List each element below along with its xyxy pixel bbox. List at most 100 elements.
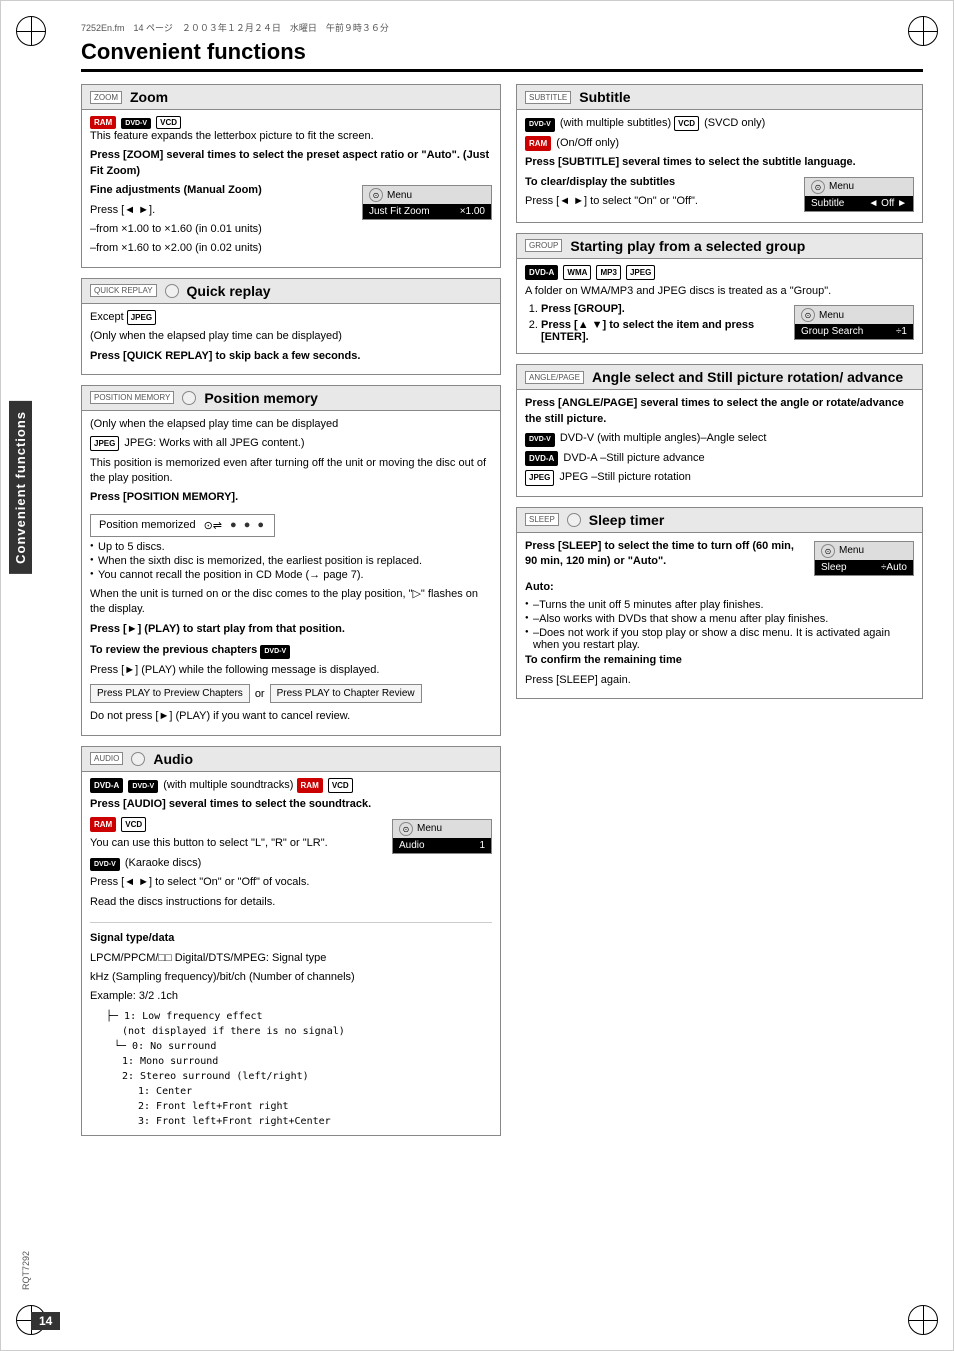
subtitle-press: Press [SUBTITLE] several times to select… bbox=[525, 155, 914, 170]
sleep-body: ⊙ Menu Sleep ÷Auto Press [SLEEP] to sele… bbox=[517, 533, 922, 698]
position-memorized-text: Position memorized bbox=[99, 519, 196, 531]
angle-jpeg-note: JPEG JPEG –Still picture rotation bbox=[525, 470, 914, 485]
signal-item-5: 1: Center bbox=[90, 1084, 492, 1099]
position-memory-note1: (Only when the elapsed play time can be … bbox=[90, 417, 492, 432]
badge-ram-rv: RAM bbox=[90, 817, 116, 832]
group-section: GROUP Starting play from a selected grou… bbox=[516, 233, 923, 355]
quick-replay-icon bbox=[165, 284, 179, 298]
audio-badges: DVD-A DVD-V (with multiple soundtracks) … bbox=[90, 778, 492, 794]
subtitle-menu-header: ⊙ Menu bbox=[805, 178, 913, 196]
position-memory-unit-on: When the unit is turned on or the disc c… bbox=[90, 587, 492, 618]
page-number: 14 bbox=[31, 1312, 60, 1330]
group-title: Starting play from a selected group bbox=[570, 238, 805, 254]
subtitle-menu-label: Subtitle bbox=[811, 198, 844, 209]
content-area: ZOOM Zoom RAM DVD-V VCD This feature exp… bbox=[81, 84, 923, 1146]
position-memory-section: POSITION MEMORY Position memory (Only wh… bbox=[81, 385, 501, 736]
badge-vcd-audio: VCD bbox=[328, 778, 353, 793]
zoom-menu-row: Just Fit Zoom ×1.00 bbox=[363, 204, 491, 219]
audio-karaoke-text: (Karaoke discs) bbox=[125, 857, 201, 869]
subtitle-menu-value: ◄ Off ► bbox=[868, 198, 907, 209]
angle-tag: ANGLE/PAGE bbox=[525, 371, 584, 384]
sleep-menu-title: Menu bbox=[839, 545, 864, 556]
angle-dvdv-note: DVD-V DVD-V (with multiple angles)–Angle… bbox=[525, 431, 914, 447]
audio-karaoke-press: Press [◄ ►] to select "On" or "Off" of v… bbox=[90, 875, 492, 890]
signal-item-3: 1: Mono surround bbox=[90, 1054, 492, 1069]
position-memory-press-play: Press [►] (PLAY) to start play from that… bbox=[90, 622, 492, 637]
position-memory-desc: This position is memorized even after tu… bbox=[90, 456, 492, 487]
badge-dvda-g: DVD-A bbox=[525, 265, 558, 280]
sleep-auto-2: –Also works with DVDs that show a menu a… bbox=[525, 613, 914, 625]
zoom-menu-value: ×1.00 bbox=[460, 206, 485, 217]
quick-replay-body: Except JPEG (Only when the elapsed play … bbox=[82, 304, 500, 374]
sleep-confirm-text: Press [SLEEP] again. bbox=[525, 673, 914, 688]
badge-mp3-g: MP3 bbox=[596, 265, 620, 280]
right-column: SUBTITLE Subtitle DVD-V (with multiple s… bbox=[516, 84, 923, 1146]
position-memory-press: Press [POSITION MEMORY]. bbox=[90, 490, 492, 505]
pm-bullet-2: When the sixth disc is memorized, the ea… bbox=[90, 555, 492, 567]
sleep-header: SLEEP Sleep timer bbox=[517, 508, 922, 533]
zoom-header: ZOOM Zoom bbox=[82, 85, 500, 110]
press-play-box1: Press PLAY to Preview Chapters bbox=[90, 684, 250, 703]
badge-dvdv-angle: DVD-V bbox=[525, 433, 555, 447]
zoom-body: RAM DVD-V VCD This feature expands the l… bbox=[82, 110, 500, 267]
subtitle-body: DVD-V (with multiple subtitles) VCD (SVC… bbox=[517, 110, 922, 222]
badge-wma-g: WMA bbox=[563, 265, 591, 280]
subtitle-tag: SUBTITLE bbox=[525, 91, 571, 104]
badge-jpeg-pm: JPEG bbox=[90, 436, 119, 451]
sleep-menu-header: ⊙ Menu bbox=[815, 542, 913, 560]
audio-menu-header: ⊙ Menu bbox=[393, 820, 491, 838]
subtitle-section: SUBTITLE Subtitle DVD-V (with multiple s… bbox=[516, 84, 923, 223]
position-memory-body: (Only when the elapsed play time can be … bbox=[82, 411, 500, 735]
signal-item-0: ├─ 1: Low frequency effect bbox=[90, 1009, 492, 1024]
zoom-title: Zoom bbox=[130, 89, 168, 105]
signal-item-1: (not displayed if there is no signal) bbox=[90, 1024, 492, 1039]
badge-ram: RAM bbox=[90, 116, 116, 129]
zoom-tag: ZOOM bbox=[90, 91, 122, 104]
zoom-press-label: Press [ZOOM] several times to select the… bbox=[90, 148, 492, 179]
pm-bullet-1: Up to 5 discs. bbox=[90, 541, 492, 553]
sleep-menu-icon: ⊙ bbox=[821, 544, 835, 558]
audio-section: AUDIO Audio DVD-A DVD-V (with multiple s… bbox=[81, 746, 501, 1136]
audio-title: Audio bbox=[153, 751, 193, 767]
badge-dvdv: DVD-V bbox=[121, 118, 151, 129]
zoom-from2: –from ×1.60 to ×2.00 (in 0.02 units) bbox=[90, 241, 492, 256]
sleep-menu-value: ÷Auto bbox=[881, 562, 907, 573]
position-memory-dots: ● ● ● bbox=[230, 519, 266, 531]
subtitle-menu-icon: ⊙ bbox=[811, 180, 825, 194]
quick-replay-title: Quick replay bbox=[187, 283, 271, 299]
corner-mark-br bbox=[908, 1305, 938, 1335]
subtitle-menu-title: Menu bbox=[829, 181, 854, 192]
angle-press: Press [ANGLE/PAGE] several times to sele… bbox=[525, 396, 914, 427]
sleep-menu-label: Sleep bbox=[821, 562, 847, 573]
badge-dvdv-k: DVD-V bbox=[90, 858, 120, 872]
page: 7252En.fm 14 ページ ２００３年１２月２４日 水曜日 午前９時３６分… bbox=[0, 0, 954, 1351]
press-play-boxes: Press PLAY to Preview Chapters or Press … bbox=[90, 684, 492, 703]
position-memory-bullets: Up to 5 discs. When the sixth disc is me… bbox=[90, 541, 492, 581]
sleep-auto-title: Auto: bbox=[525, 580, 914, 595]
badge-vcd: VCD bbox=[156, 116, 181, 129]
position-memory-icon2: ⊙⇌ bbox=[204, 519, 222, 532]
position-memory-icon bbox=[182, 391, 196, 405]
quick-replay-except-label: Except bbox=[90, 311, 124, 323]
sleep-menu-box: ⊙ Menu Sleep ÷Auto bbox=[814, 541, 914, 576]
group-menu-header: ⊙ Menu bbox=[795, 306, 913, 324]
quick-replay-header: QUICK REPLAY Quick replay bbox=[82, 279, 500, 304]
badge-dvdv-sub: DVD-V bbox=[525, 118, 555, 132]
page-title: Convenient functions bbox=[81, 39, 923, 72]
audio-menu-value: 1 bbox=[479, 840, 485, 851]
audio-menu-area: ⊙ Menu Audio 1 RAM VCD bbox=[90, 817, 492, 914]
position-memory-title: Position memory bbox=[204, 390, 318, 406]
angle-body: Press [ANGLE/PAGE] several times to sele… bbox=[517, 390, 922, 495]
sleep-auto-items: –Turns the unit off 5 minutes after play… bbox=[525, 599, 914, 651]
angle-header: ANGLE/PAGE Angle select and Still pictur… bbox=[517, 365, 922, 390]
signal-item-4: 2: Stereo surround (left/right) bbox=[90, 1069, 492, 1084]
badge-dvda-angle: DVD-A bbox=[525, 451, 558, 466]
position-memory-display: Position memorized ⊙⇌ ● ● ● bbox=[90, 514, 275, 537]
sleep-menu-row: Sleep ÷Auto bbox=[815, 560, 913, 575]
subtitle-ram: RAM (On/Off only) bbox=[525, 136, 914, 151]
badge-ram-sub: RAM bbox=[525, 136, 551, 151]
signal-text1: LPCM/PPCM/□□ Digital/DTS/MPEG: Signal ty… bbox=[90, 951, 492, 966]
zoom-section: ZOOM Zoom RAM DVD-V VCD This feature exp… bbox=[81, 84, 501, 268]
zoom-menu-icon: ⊙ bbox=[369, 188, 383, 202]
audio-menu-row: Audio 1 bbox=[393, 838, 491, 853]
